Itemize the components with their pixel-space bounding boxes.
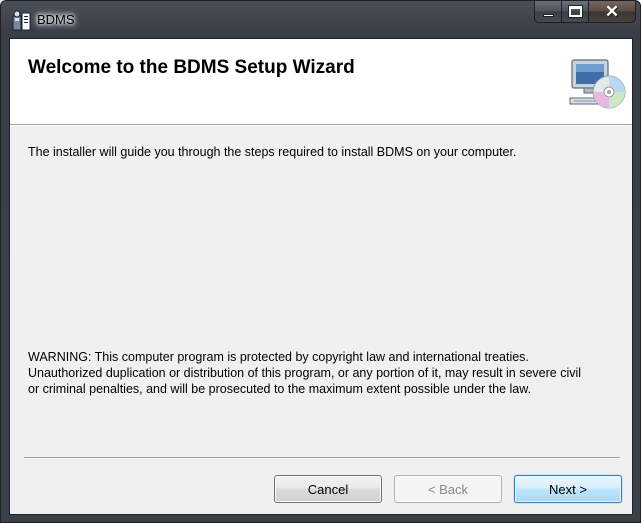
warning-line: Unauthorized duplication or distribution…	[28, 366, 582, 380]
wizard-client-area: Welcome to the BDMS Setup Wizard The ins…	[9, 38, 633, 515]
title-bar[interactable]: BDMS ✕	[1, 1, 640, 39]
caption-buttons: ✕	[534, 1, 636, 26]
copyright-warning: WARNING: This computer program is protec…	[28, 349, 628, 397]
installer-app-icon	[12, 10, 31, 31]
warning-line: or criminal penalties, and will be prose…	[28, 382, 532, 396]
maximize-icon	[567, 5, 583, 18]
cancel-button[interactable]: Cancel	[274, 475, 382, 503]
computer-cd-icon	[569, 59, 626, 109]
intro-text: The installer will guide you through the…	[28, 145, 517, 159]
window-title: BDMS	[37, 12, 75, 27]
installer-window: BDMS ✕ Welcome to the BDMS Setup Wizard	[0, 0, 641, 523]
wizard-header: Welcome to the BDMS Setup Wizard	[10, 39, 632, 126]
next-button[interactable]: Next >	[514, 475, 622, 503]
close-button[interactable]: ✕	[589, 1, 636, 23]
close-icon: ✕	[604, 2, 620, 21]
maximize-button[interactable]	[562, 1, 589, 23]
warning-line: WARNING: This computer program is protec…	[28, 350, 529, 364]
minimize-button[interactable]	[534, 1, 562, 23]
footer-separator	[24, 457, 620, 459]
minimize-icon	[542, 14, 554, 17]
wizard-title: Welcome to the BDMS Setup Wizard	[28, 57, 355, 78]
back-button[interactable]: < Back	[394, 475, 502, 503]
